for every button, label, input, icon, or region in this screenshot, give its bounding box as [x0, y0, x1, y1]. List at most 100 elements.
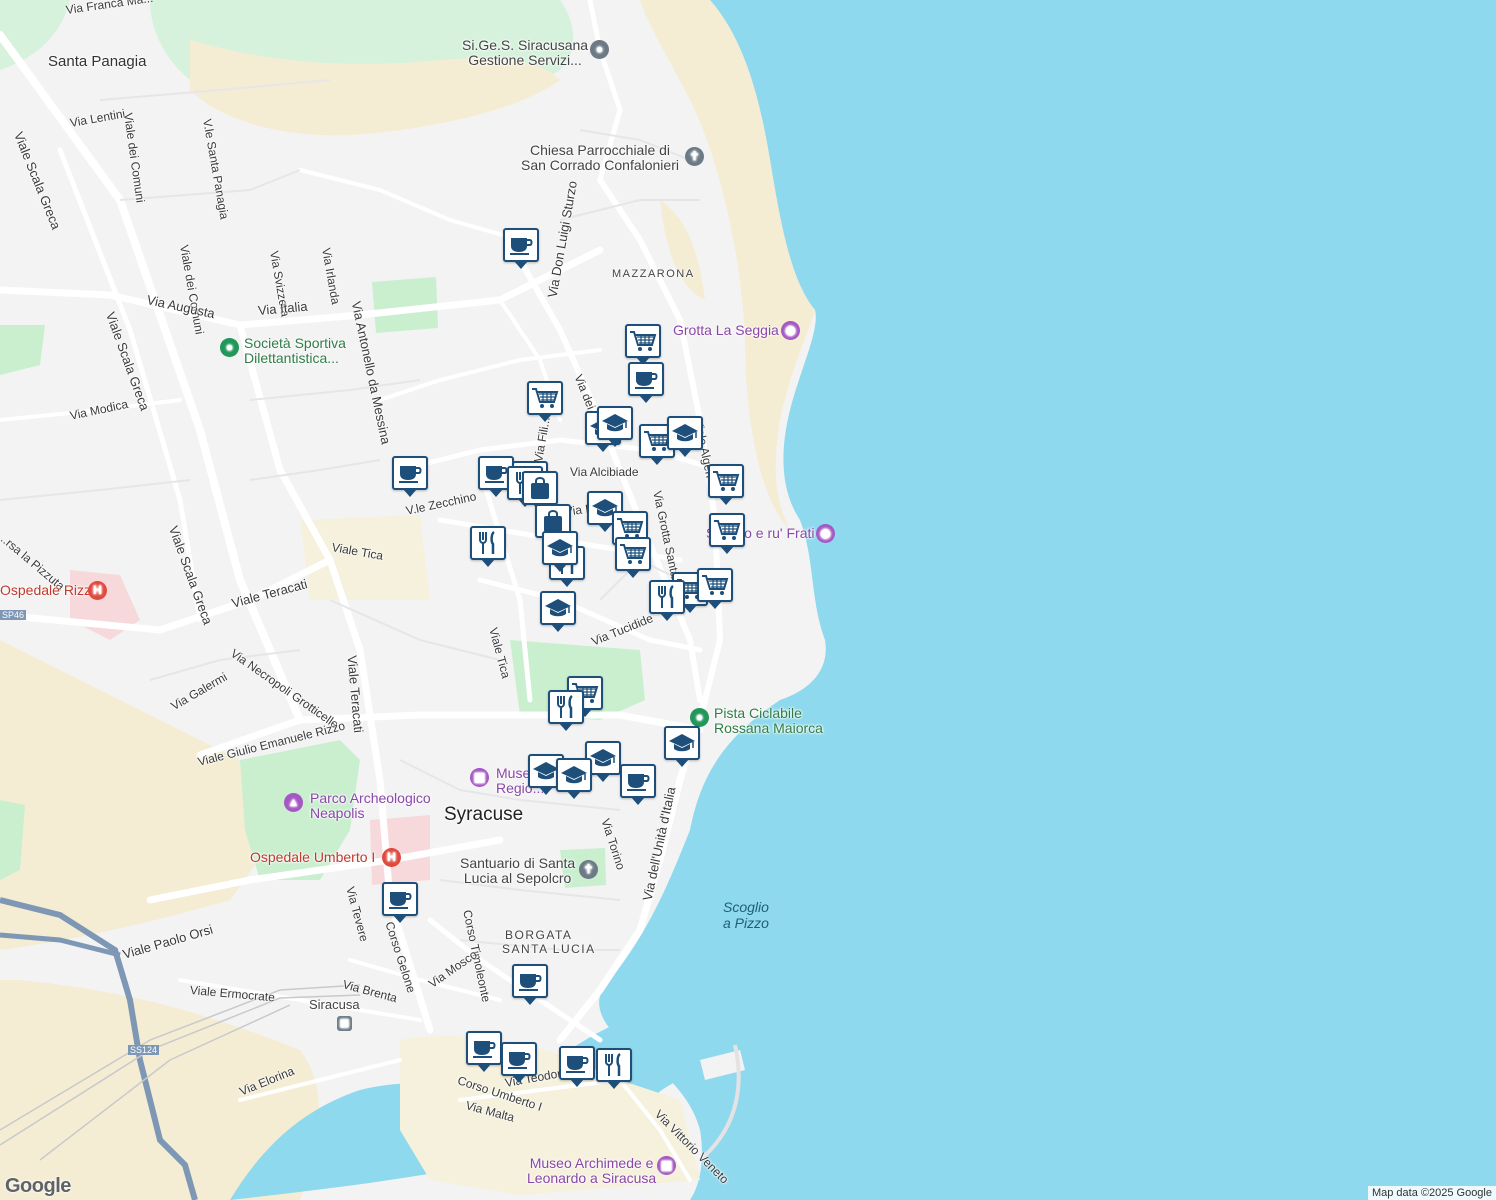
city-label: Syracuse: [444, 804, 524, 825]
poi-parco-archeologico[interactable]: ▲ Parco Archeologico Neapolis: [284, 790, 431, 821]
school-marker[interactable]: [667, 416, 703, 457]
church-icon: ✝: [579, 860, 598, 879]
restaurant-marker[interactable]: [470, 526, 506, 567]
graduation-cap-icon: [560, 764, 588, 786]
shopping-cart-icon: [713, 518, 741, 542]
poi-label: Parco Archeologico: [310, 790, 431, 806]
coffee-cup-icon: [625, 770, 651, 792]
grocery-marker[interactable]: [708, 464, 744, 505]
cafe-marker[interactable]: [392, 456, 428, 497]
google-logo: Google: [5, 1175, 71, 1197]
grocery-marker[interactable]: [709, 513, 745, 554]
hospital-icon: H: [88, 581, 107, 600]
camera-icon: ◉: [816, 524, 835, 543]
map-attribution[interactable]: Map data ©2025 Google: [1367, 1186, 1496, 1200]
poi-label: Dilettantistica...: [244, 350, 339, 366]
restaurant-marker[interactable]: [596, 1048, 632, 1089]
train-icon: ▣: [337, 1016, 352, 1031]
street-label: Via Alcibiade: [570, 465, 639, 479]
district-label: BORGATA: [505, 928, 573, 942]
poi-siracusa-station[interactable]: Siracusa ▣: [309, 997, 360, 1031]
fork-knife-icon: [655, 584, 679, 610]
district-label: SANTA LUCIA: [502, 942, 596, 956]
poi-label: Ospedale Rizza: [0, 582, 99, 598]
grocery-marker[interactable]: [697, 568, 733, 609]
school-marker[interactable]: [540, 591, 576, 632]
coffee-cup-icon: [506, 1048, 532, 1070]
poi-label: Neapolis: [310, 805, 365, 821]
fork-knife-icon: [476, 530, 500, 556]
poi-label: Si.Ge.S. Siracusana: [462, 37, 589, 53]
park-icon: ●: [690, 708, 709, 727]
museum-icon: ▦: [470, 768, 489, 787]
poi-label: Ospedale Umberto I: [250, 849, 376, 865]
poi-label: Leonardo a Siracusa: [527, 1170, 657, 1186]
grocery-marker[interactable]: [527, 381, 563, 422]
cafe-marker[interactable]: [466, 1031, 502, 1072]
coffee-cup-icon: [564, 1052, 590, 1074]
camera-icon: ◉: [781, 321, 800, 340]
district-label: MAZZARONA: [612, 268, 695, 280]
school-marker[interactable]: [664, 726, 700, 767]
school-marker[interactable]: [597, 406, 633, 447]
graduation-cap-icon: [544, 597, 572, 619]
graduation-cap-icon: [589, 747, 617, 769]
graduation-cap-icon: [668, 732, 696, 754]
poi-label: Grotta La Seggia: [673, 322, 779, 338]
area-label: Santa Panagia: [48, 53, 147, 70]
poi-pista-ciclabile[interactable]: ● Pista Ciclabile Rossana Maiorca: [690, 705, 823, 736]
fork-knife-icon: [554, 694, 578, 720]
school-marker[interactable]: [542, 531, 578, 572]
poi-label: San Corrado Confalonieri: [521, 157, 679, 173]
cafe-marker[interactable]: [382, 882, 418, 923]
road-shield: SS124: [128, 1045, 160, 1055]
pin-icon: ●: [590, 40, 609, 59]
shopping-cart-icon: [629, 329, 657, 353]
restaurant-marker[interactable]: [649, 580, 685, 621]
coffee-cup-icon: [397, 462, 423, 484]
poi-chiesa-san-corrado[interactable]: ✝ Chiesa Parrocchiale di San Corrado Con…: [521, 142, 704, 173]
map-canvas[interactable]: Santa Panagia Syracuse MAZZARONA BORGATA…: [0, 0, 1496, 1200]
road-shield: SP46: [0, 610, 27, 620]
park-icon: ●: [220, 338, 239, 357]
poi-santuario-santa-lucia[interactable]: ✝ Santuario di Santa Lucia al Sepolcro: [460, 855, 598, 886]
cafe-marker[interactable]: [501, 1042, 537, 1083]
poi-label: Museo Archimede e: [529, 1155, 654, 1171]
poi-ospedale-rizza[interactable]: Ospedale Rizza H: [0, 581, 107, 600]
shopping-cart-icon: [701, 573, 729, 597]
poi-label: Siracusa: [309, 997, 360, 1012]
poi-societa-sportiva[interactable]: ● Società Sportiva Dilettantistica...: [220, 336, 346, 366]
cafe-marker[interactable]: [559, 1046, 595, 1087]
sea-label: a Pizzo: [723, 915, 769, 931]
shopping-cart-icon: [712, 469, 740, 493]
hospital-icon: H: [382, 848, 401, 867]
shopping-cart-icon: [619, 542, 647, 566]
restaurant-marker[interactable]: [548, 690, 584, 731]
fork-knife-icon: [602, 1052, 626, 1078]
cafe-marker[interactable]: [512, 964, 548, 1005]
sea-label: Scoglio: [723, 899, 769, 915]
cafe-marker[interactable]: [503, 228, 539, 269]
poi-label: Chiesa Parrocchiale di: [529, 142, 671, 158]
poi-label: Rossana Maiorca: [714, 720, 823, 736]
school-marker[interactable]: [556, 758, 592, 799]
poi-label: Pista Ciclabile: [714, 705, 802, 721]
monument-icon: ▲: [284, 793, 303, 812]
poi-ospedale-umberto[interactable]: Ospedale Umberto I H: [250, 848, 401, 867]
graduation-cap-icon: [671, 422, 699, 444]
coffee-cup-icon: [633, 368, 659, 390]
cafe-marker[interactable]: [620, 764, 656, 805]
poi-label: Santuario di Santa: [460, 855, 576, 871]
poi-label: Gestione Servizi...: [468, 52, 582, 68]
poi-sigess[interactable]: ● Si.Ge.S. Siracusana Gestione Servizi..…: [462, 37, 609, 68]
shopping-marker[interactable]: [522, 471, 558, 512]
coffee-cup-icon: [517, 970, 543, 992]
poi-museo-archimede[interactable]: ▦ Museo Archimede e Leonardo a Siracusa: [527, 1155, 676, 1186]
shopping-cart-icon: [531, 386, 559, 410]
shopping-bag-icon: [528, 475, 552, 501]
poi-grotta-la-seggia[interactable]: Grotta La Seggia ◉: [673, 321, 800, 340]
grocery-marker[interactable]: [615, 537, 651, 578]
grocery-marker[interactable]: [625, 324, 661, 365]
cafe-marker[interactable]: [628, 362, 664, 403]
coffee-cup-icon: [471, 1037, 497, 1059]
